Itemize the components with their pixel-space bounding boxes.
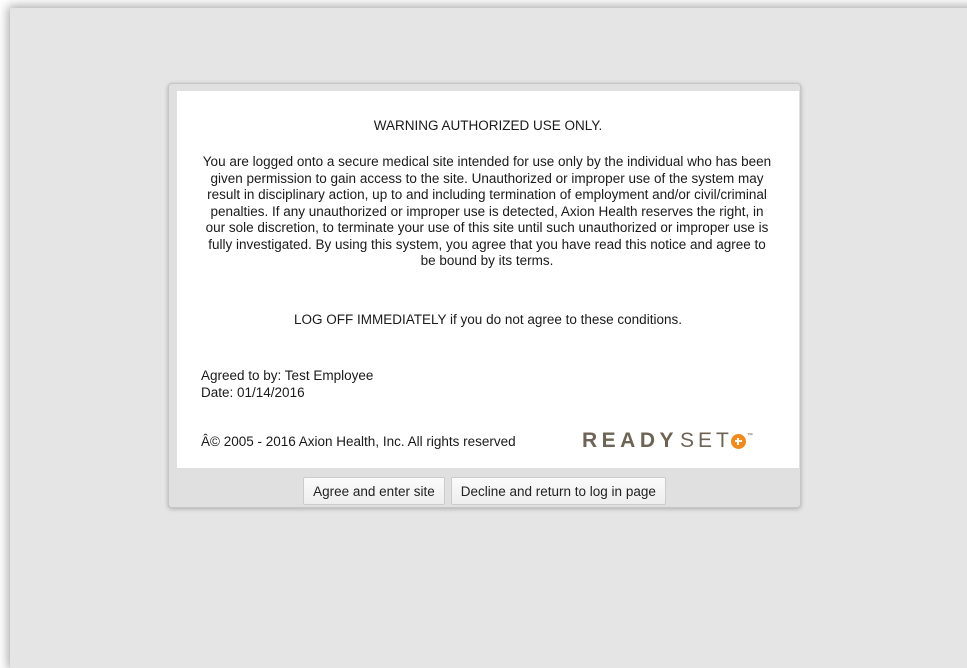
agree-button[interactable]: Agree and enter site xyxy=(303,477,445,505)
agreement-date: Date: 01/14/2016 xyxy=(201,385,305,400)
terms-panel: WARNING AUTHORIZED USE ONLY. You are log… xyxy=(177,91,799,468)
logo-ready-text: READY xyxy=(582,429,679,452)
decline-button[interactable]: Decline and return to log in page xyxy=(450,477,666,505)
copyright-text: Â© 2005 - 2016 Axion Health, Inc. All ri… xyxy=(201,434,516,449)
logo-set-text: SET xyxy=(680,429,733,452)
warning-notice: You are logged onto a secure medical sit… xyxy=(202,154,772,268)
terms-dialog: WARNING AUTHORIZED USE ONLY. You are log… xyxy=(168,83,801,508)
logo-plus-icon xyxy=(730,433,746,449)
warning-title: WARNING AUTHORIZED USE ONLY. xyxy=(373,118,603,133)
dialog-actions: Agree and enter site Decline and return … xyxy=(169,477,800,505)
agreed-by-text: Agreed to by: Test Employee xyxy=(201,368,374,383)
readyset-logo: READY SET ™ xyxy=(582,429,753,453)
agreement-info: Agreed to by: Test Employee Date: 01/14/… xyxy=(201,367,373,401)
logoff-warning: LOG OFF IMMEDIATELY if you do not agree … xyxy=(294,312,682,327)
logo-trademark: ™ xyxy=(746,433,753,439)
